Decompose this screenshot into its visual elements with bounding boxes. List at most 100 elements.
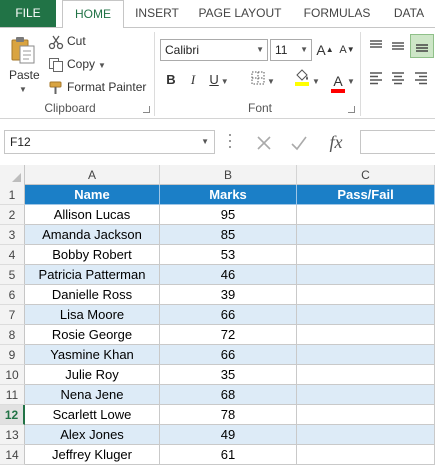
borders-dropdown-icon[interactable]: ▼ <box>267 77 275 86</box>
font-size-dropdown-icon[interactable]: ▼ <box>300 40 308 60</box>
shrink-font-button[interactable]: A▼ <box>338 38 356 62</box>
row-header[interactable]: 2 <box>0 205 25 225</box>
cut-button[interactable]: Cut <box>48 31 86 51</box>
align-top-icon[interactable] <box>368 38 384 57</box>
cell-marks[interactable]: 53 <box>160 245 297 265</box>
tab-page-layout[interactable]: PAGE LAYOUT <box>192 0 288 27</box>
underline-button[interactable]: U ▼ <box>206 68 232 92</box>
borders-button[interactable]: ▼ <box>246 68 280 92</box>
cell-marks[interactable]: 46 <box>160 265 297 285</box>
row-header[interactable]: 1 <box>0 185 25 205</box>
cell-pass-fail[interactable] <box>297 365 435 385</box>
name-box-dropdown-icon[interactable]: ▼ <box>201 131 209 153</box>
cell-pass-fail[interactable] <box>297 405 435 425</box>
cell-pass-fail[interactable] <box>297 385 435 405</box>
italic-button[interactable]: I <box>184 68 202 92</box>
cell-marks[interactable]: 49 <box>160 425 297 445</box>
cell-name[interactable]: Nena Jene <box>25 385 160 405</box>
column-header-c[interactable]: C <box>297 165 435 185</box>
row-header[interactable]: 7 <box>0 305 25 325</box>
cell-name[interactable]: Rosie George <box>25 325 160 345</box>
tab-formulas[interactable]: FORMULAS <box>296 0 378 27</box>
row-header[interactable]: 13 <box>0 425 25 445</box>
copy-dropdown-icon[interactable]: ▼ <box>98 61 106 70</box>
cell-name[interactable]: Yasmine Khan <box>25 345 160 365</box>
cell-pass-fail[interactable] <box>297 445 435 465</box>
name-box[interactable]: F12 ▼ <box>4 130 215 154</box>
row-header[interactable]: 12 <box>0 405 25 425</box>
cancel-icon[interactable] <box>249 130 279 154</box>
column-header-b[interactable]: B <box>160 165 297 185</box>
tab-insert[interactable]: INSERT <box>128 0 186 27</box>
grow-font-button[interactable]: A▲ <box>316 38 334 62</box>
row-header[interactable]: 3 <box>0 225 25 245</box>
insert-function-button[interactable]: fx <box>321 130 351 154</box>
font-size-select[interactable]: 11 ▼ <box>270 39 312 61</box>
row-header[interactable]: 9 <box>0 345 25 365</box>
cell-pass-fail[interactable] <box>297 305 435 325</box>
cell-name[interactable]: Jeffrey Kluger <box>25 445 160 465</box>
cell-pass-fail[interactable] <box>297 285 435 305</box>
font-name-select[interactable]: Calibri ▼ <box>160 39 268 61</box>
font-dialog-launcher-icon[interactable] <box>348 106 355 113</box>
tab-home[interactable]: HOME <box>62 0 124 28</box>
cell-marks[interactable]: 66 <box>160 305 297 325</box>
cell-marks[interactable]: 35 <box>160 365 297 385</box>
align-left-icon[interactable] <box>368 70 384 89</box>
font-color-button[interactable]: A ▼ <box>328 68 358 93</box>
column-header-a[interactable]: A <box>25 165 160 185</box>
cell-marks[interactable]: 39 <box>160 285 297 305</box>
cell-marks[interactable]: 68 <box>160 385 297 405</box>
row-header[interactable]: 5 <box>0 265 25 285</box>
cell-marks[interactable]: 85 <box>160 225 297 245</box>
column-title-result[interactable]: Pass/Fail <box>297 185 435 205</box>
row-header[interactable]: 6 <box>0 285 25 305</box>
enter-check-icon[interactable] <box>284 130 314 154</box>
format-painter-button[interactable]: Format Painter <box>48 77 146 97</box>
fill-color-dropdown-icon[interactable]: ▼ <box>312 77 320 86</box>
cell-pass-fail[interactable] <box>297 205 435 225</box>
row-header[interactable]: 14 <box>0 445 25 465</box>
select-all-button[interactable] <box>0 165 25 185</box>
copy-button[interactable]: Copy ▼ <box>48 54 106 74</box>
cell-name[interactable]: Amanda Jackson <box>25 225 160 245</box>
column-title-marks[interactable]: Marks <box>160 185 297 205</box>
font-name-dropdown-icon[interactable]: ▼ <box>256 40 264 60</box>
paste-icon[interactable] <box>10 36 36 64</box>
tab-file[interactable]: FILE <box>0 0 56 27</box>
paste-button[interactable]: Paste <box>9 68 40 82</box>
underline-dropdown-icon[interactable]: ▼ <box>221 77 229 86</box>
cell-pass-fail[interactable] <box>297 265 435 285</box>
cell-marks[interactable]: 95 <box>160 205 297 225</box>
cell-marks[interactable]: 72 <box>160 325 297 345</box>
cell-pass-fail[interactable] <box>297 245 435 265</box>
cell-marks[interactable]: 61 <box>160 445 297 465</box>
row-header[interactable]: 11 <box>0 385 25 405</box>
font-color-dropdown-icon[interactable]: ▼ <box>347 77 355 86</box>
cell-name[interactable]: Bobby Robert <box>25 245 160 265</box>
row-header[interactable]: 8 <box>0 325 25 345</box>
cell-name[interactable]: Allison Lucas <box>25 205 160 225</box>
cell-name[interactable]: Scarlett Lowe <box>25 405 160 425</box>
align-right-icon[interactable] <box>413 70 429 89</box>
cell-marks[interactable]: 66 <box>160 345 297 365</box>
formula-input[interactable] <box>360 130 435 154</box>
bold-button[interactable]: B <box>162 68 180 92</box>
cell-marks[interactable]: 78 <box>160 405 297 425</box>
align-bottom-button[interactable] <box>410 34 434 58</box>
cell-name[interactable]: Alex Jones <box>25 425 160 445</box>
column-title-name[interactable]: Name <box>25 185 160 205</box>
paste-dropdown-icon[interactable]: ▼ <box>19 85 27 94</box>
cell-pass-fail[interactable] <box>297 325 435 345</box>
clipboard-dialog-launcher-icon[interactable] <box>143 106 150 113</box>
align-middle-icon[interactable] <box>390 38 406 57</box>
cell-name[interactable]: Patricia Patterman <box>25 265 160 285</box>
cell-pass-fail[interactable] <box>297 345 435 365</box>
formula-bar-grip[interactable] <box>228 134 232 150</box>
tab-data[interactable]: DATA <box>386 0 432 27</box>
row-header[interactable]: 10 <box>0 365 25 385</box>
cell-name[interactable]: Danielle Ross <box>25 285 160 305</box>
cell-name[interactable]: Julie Roy <box>25 365 160 385</box>
cell-pass-fail[interactable] <box>297 225 435 245</box>
cell-pass-fail[interactable] <box>297 425 435 445</box>
